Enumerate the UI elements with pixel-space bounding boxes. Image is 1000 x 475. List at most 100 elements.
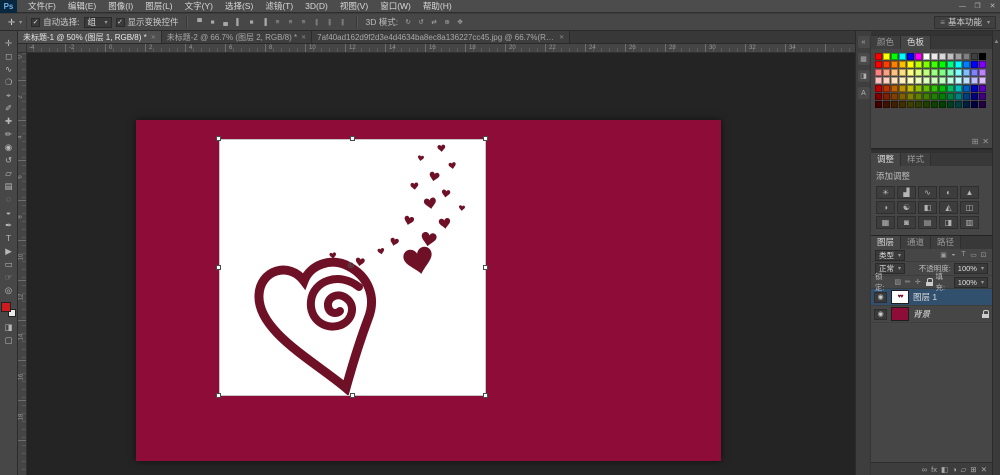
align-horizontal-centers-icon[interactable]: ■	[246, 17, 258, 28]
color-swatch[interactable]	[907, 61, 914, 68]
menu-item[interactable]: 图像(I)	[102, 0, 139, 13]
color-swatch[interactable]	[931, 61, 938, 68]
transform-handle[interactable]	[350, 393, 355, 398]
color-swatch[interactable]	[899, 53, 906, 60]
new-adjustment-layer-icon[interactable]: ◑	[952, 465, 957, 474]
color-swatch[interactable]	[971, 85, 978, 92]
new-group-icon[interactable]: ▱	[961, 465, 967, 474]
move-tool[interactable]: ✛	[1, 37, 17, 50]
panel-tab[interactable]: 路径	[931, 236, 961, 249]
color-swatch[interactable]	[891, 53, 898, 60]
filter-smart-objects-icon[interactable]: ⊡	[979, 251, 988, 259]
transform-handle[interactable]	[483, 393, 488, 398]
auto-select-scope-select[interactable]: 组	[84, 17, 112, 28]
menu-item[interactable]: 视图(V)	[334, 0, 374, 13]
color-swatch[interactable]	[971, 61, 978, 68]
character-panel-icon[interactable]: A	[858, 87, 870, 99]
3d-drag-icon[interactable]: ⇄	[428, 17, 440, 28]
reference-point-icon[interactable]: ⊕	[347, 261, 355, 270]
menu-item[interactable]: 文件(F)	[22, 0, 62, 13]
lock-transparent-pixels-icon[interactable]: ▨	[893, 278, 902, 286]
color-swatch[interactable]	[955, 85, 962, 92]
distribute-top-edges-icon[interactable]: ≡	[272, 17, 284, 28]
edit-in-quick-mask-button[interactable]: ◨	[1, 321, 17, 334]
color-swatch[interactable]	[907, 93, 914, 100]
layer-visibility-eye-icon[interactable]: ◉	[874, 309, 887, 320]
posterize-icon[interactable]: ▤	[918, 216, 937, 229]
menu-item[interactable]: 帮助(H)	[417, 0, 458, 13]
panel-tab[interactable]: 颜色	[871, 36, 901, 49]
new-swatch-icon[interactable]: ⊞	[972, 137, 979, 146]
add-layer-mask-icon[interactable]: ◧	[941, 465, 948, 474]
lasso-tool[interactable]: ∿	[1, 63, 17, 76]
align-vertical-centers-icon[interactable]: ■	[207, 17, 219, 28]
color-swatch[interactable]	[947, 101, 954, 108]
distribute-bottom-edges-icon[interactable]: ≡	[298, 17, 310, 28]
align-top-edges-icon[interactable]: ▀	[194, 17, 206, 28]
lock-position-icon[interactable]: ✛	[913, 278, 922, 286]
color-swatch[interactable]	[923, 93, 930, 100]
curves-icon[interactable]: ∿	[918, 186, 937, 199]
align-right-edges-icon[interactable]: ▐	[259, 17, 271, 28]
color-swatch[interactable]	[891, 93, 898, 100]
color-swatch[interactable]	[931, 69, 938, 76]
color-swatch[interactable]	[899, 61, 906, 68]
spot-healing-brush-tool[interactable]: ✚	[1, 115, 17, 128]
layer-effects-icon[interactable]: fx	[931, 465, 937, 474]
color-swatch[interactable]	[939, 77, 946, 84]
panel-tab[interactable]: 色板	[901, 36, 931, 49]
color-swatch[interactable]	[971, 93, 978, 100]
align-bottom-edges-icon[interactable]: ▄	[220, 17, 232, 28]
menu-item[interactable]: 窗口(W)	[374, 0, 417, 13]
color-swatch[interactable]	[931, 93, 938, 100]
layer-visibility-eye-icon[interactable]: ◉	[874, 292, 887, 303]
crop-tool[interactable]: ⌖	[1, 89, 17, 102]
foreground-background-colors[interactable]	[1, 302, 16, 317]
canvas-pasteboard[interactable]: ⊕	[27, 53, 855, 475]
color-swatch[interactable]	[907, 85, 914, 92]
channel-mixer-icon[interactable]: ◫	[960, 201, 979, 214]
color-swatch[interactable]	[923, 69, 930, 76]
color-swatch[interactable]	[947, 77, 954, 84]
color-swatch[interactable]	[915, 69, 922, 76]
color-swatch[interactable]	[899, 85, 906, 92]
color-swatch[interactable]	[963, 77, 970, 84]
color-swatch[interactable]	[979, 77, 986, 84]
zoom-tool[interactable]: ◎	[1, 284, 17, 297]
new-layer-icon[interactable]: ⊞	[970, 465, 976, 474]
menu-item[interactable]: 文字(Y)	[179, 0, 219, 13]
color-swatch[interactable]	[883, 77, 890, 84]
color-swatch[interactable]	[883, 61, 890, 68]
color-swatch[interactable]	[883, 85, 890, 92]
horizontal-type-tool[interactable]: T	[1, 232, 17, 245]
color-swatch[interactable]	[963, 101, 970, 108]
color-swatch[interactable]	[875, 85, 882, 92]
3d-rotate-icon[interactable]: ↻	[402, 17, 414, 28]
color-swatch[interactable]	[915, 61, 922, 68]
color-swatch[interactable]	[979, 85, 986, 92]
color-panel-icon[interactable]: ▦	[858, 53, 870, 65]
color-swatch[interactable]	[971, 53, 978, 60]
layer-thumbnail[interactable]: ♥♥	[891, 290, 909, 304]
color-swatch[interactable]	[899, 69, 906, 76]
filter-shape-layers-icon[interactable]: ▭	[969, 251, 978, 259]
menu-item[interactable]: 选择(S)	[219, 0, 259, 13]
color-swatch[interactable]	[955, 101, 962, 108]
dodge-tool[interactable]: ◒	[1, 206, 17, 219]
horizontal-ruler[interactable]: -4-20246810121416182022242628303234	[27, 44, 855, 53]
eyedropper-tool[interactable]: ✐	[1, 102, 17, 115]
color-balance-icon[interactable]: ☯	[897, 201, 916, 214]
color-swatch[interactable]	[907, 77, 914, 84]
color-swatch[interactable]	[963, 85, 970, 92]
menu-item[interactable]: 图层(L)	[139, 0, 178, 13]
transform-handle[interactable]	[483, 136, 488, 141]
color-swatch[interactable]	[891, 85, 898, 92]
restore-button[interactable]: ❐	[970, 0, 985, 13]
transform-handle[interactable]	[483, 265, 488, 270]
panel-scrollbar[interactable]: ▲	[992, 31, 1000, 475]
color-swatch[interactable]	[947, 53, 954, 60]
distribute-vertical-centers-icon[interactable]: ≡	[285, 17, 297, 28]
delete-layer-icon[interactable]: ✕	[981, 465, 987, 474]
color-swatch[interactable]	[891, 101, 898, 108]
rectangle-tool[interactable]: ▭	[1, 258, 17, 271]
